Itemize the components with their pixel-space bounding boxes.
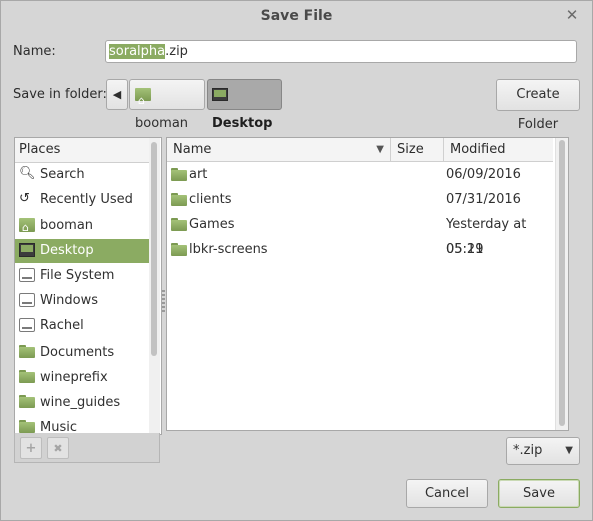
place-label: Rachel [40,318,84,333]
file-row[interactable]: lbkr-screens 05:19 [167,237,553,262]
folder-icon [171,243,187,257]
place-label: Recently Used [40,192,133,207]
file-modified: 06/09/2016 [446,167,521,182]
save-button[interactable]: Save [498,479,580,508]
path-segment-label: booman [135,116,189,131]
column-header-modified[interactable]: Modified [443,138,553,162]
file-type-filter-value: *.zip [513,443,543,458]
place-item-windows[interactable]: Windows [15,289,151,313]
place-label: File System [40,268,115,283]
column-header-label: Name [173,142,212,157]
place-item-search[interactable]: 🔍︎ Search [15,163,151,187]
folder-icon [171,168,187,182]
place-label: Windows [40,293,99,308]
place-label: Documents [40,345,115,360]
drive-icon [19,268,35,282]
place-item-recently-used[interactable]: ↺ Recently Used [15,188,151,212]
folder-icon [19,345,35,359]
folder-icon [171,218,187,232]
places-toolbar: + ✖ [14,433,160,463]
place-label: Search [40,167,85,182]
filename-selection: soralpha [109,44,166,59]
cancel-button[interactable]: Cancel [406,479,488,508]
save-in-folder-label: Save in folder: [13,87,107,102]
place-item-desktop[interactable]: Desktop [15,239,151,263]
file-list-scrollbar[interactable] [555,138,568,430]
folder-icon [19,370,35,384]
file-name: art [189,167,208,182]
path-segment-desktop[interactable]: Desktop [207,79,282,131]
folder-icon [19,395,35,409]
folder-icon [19,420,35,434]
name-label: Name: [13,44,56,59]
filename-input[interactable]: soralpha.zip [105,40,577,63]
places-scrollbar[interactable] [149,138,160,434]
sort-descending-icon: ▼ [376,144,384,155]
file-row[interactable]: Games Yesterday at 05:21 [167,212,553,257]
save-file-dialog: Save File ✕ Name: soralpha.zip Save in f… [0,0,593,521]
place-label: wine_guides [40,395,121,410]
back-arrow-icon: ◀ [112,88,122,101]
file-list-scrollbar-thumb[interactable] [559,140,565,426]
path-back-button[interactable]: ◀ [106,79,128,110]
file-row[interactable]: art 06/09/2016 [167,162,553,187]
file-name: lbkr-screens [189,242,268,257]
file-name: clients [189,192,232,207]
places-header: Places [15,138,151,163]
home-folder-icon [135,86,151,115]
remove-bookmark-button[interactable]: ✖ [47,437,69,459]
column-header-size[interactable]: Size [390,138,443,162]
add-bookmark-button[interactable]: + [20,437,42,459]
drive-icon [19,318,35,332]
path-segment-label: Desktop [212,116,273,131]
pane-resize-handle[interactable] [162,290,165,312]
file-modified: 05:19 [446,242,484,257]
place-item-wine-guides[interactable]: wine_guides [15,391,151,415]
folder-icon [171,193,187,207]
place-item-wineprefix[interactable]: wineprefix [15,366,151,390]
places-panel: Places 🔍︎ Search ↺ Recently Used booman De… [14,137,162,435]
column-header-name[interactable]: Name ▼ [167,138,390,162]
create-folder-button[interactable]: Create Folder [496,79,580,132]
file-list-panel: Name ▼ Size Modified art 06/09/2016 clie… [166,137,569,431]
place-item-rachel[interactable]: Rachel [15,314,151,338]
chevron-down-icon: ▼ [565,445,573,456]
place-label: booman [40,218,94,233]
filename-extension: .zip [165,44,188,59]
search-icon: 🔍︎ [19,166,36,181]
file-type-filter[interactable]: *.zip ▼ [506,437,580,465]
file-row[interactable]: clients 07/31/2016 [167,187,553,212]
file-name: Games [189,217,235,232]
place-label: Desktop [40,243,94,258]
path-segment-booman[interactable]: booman [129,79,205,131]
place-item-documents[interactable]: Documents [15,341,151,365]
desktop-icon [212,88,228,101]
places-scrollbar-thumb[interactable] [151,142,157,356]
place-label: wineprefix [40,370,108,385]
close-icon[interactable]: ✕ [564,7,580,23]
recent-icon: ↺ [19,191,30,206]
file-modified: 07/31/2016 [446,192,521,207]
place-item-file-system[interactable]: File System [15,264,151,288]
drive-icon [19,293,35,307]
home-folder-icon [19,216,35,240]
place-item-booman[interactable]: booman [15,214,151,240]
desktop-icon [19,243,35,257]
dialog-title: Save File [260,8,333,24]
